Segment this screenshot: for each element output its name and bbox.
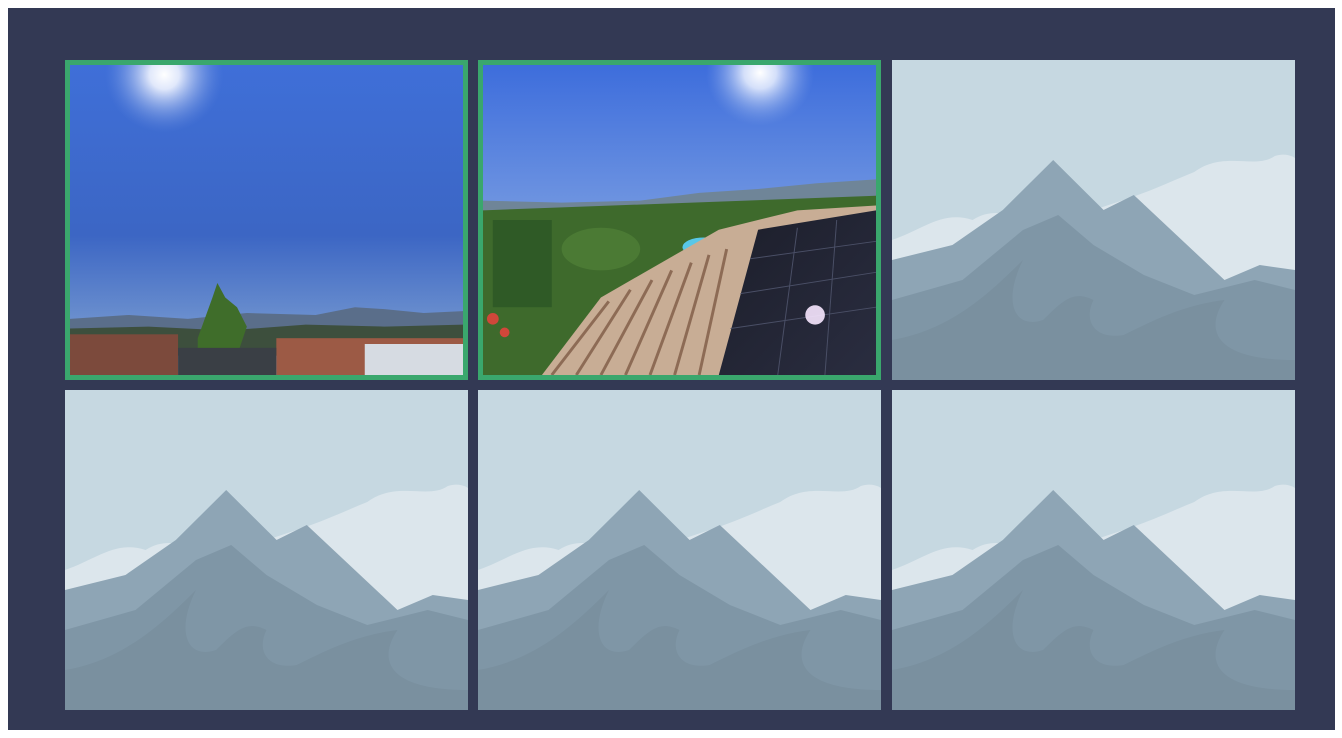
- photo-tile-2[interactable]: [478, 60, 881, 380]
- photo-tile-1[interactable]: [65, 60, 468, 380]
- photo-tile-6[interactable]: [892, 390, 1295, 710]
- photo-tile-3[interactable]: [892, 60, 1295, 380]
- photo-grid-panel: [8, 8, 1335, 730]
- photo-tile-5[interactable]: [478, 390, 881, 710]
- sky-photo-image: [70, 65, 463, 375]
- solar-roof-photo-image: [483, 65, 876, 375]
- image-placeholder-icon: [65, 390, 468, 710]
- photo-tile-4[interactable]: [65, 390, 468, 710]
- image-placeholder-icon: [478, 390, 881, 710]
- image-placeholder-icon: [892, 60, 1295, 380]
- image-placeholder-icon: [892, 390, 1295, 710]
